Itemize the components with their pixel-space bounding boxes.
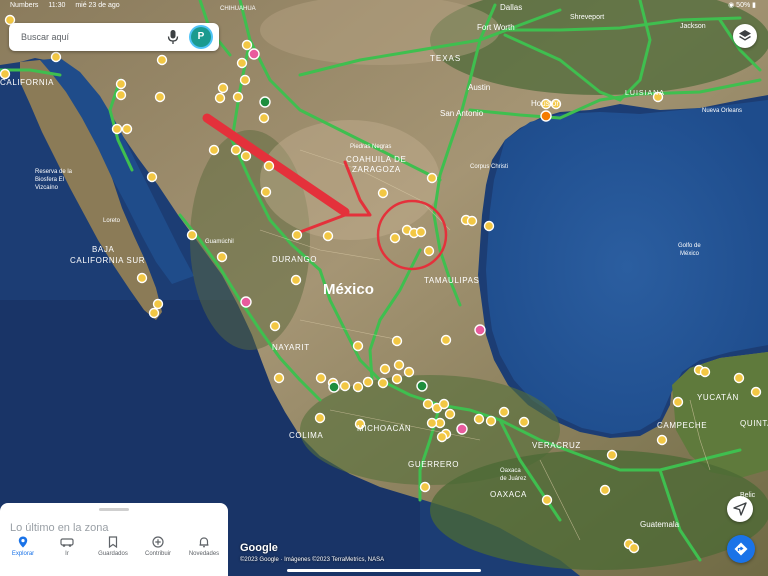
green-area (430, 450, 768, 570)
label-quintana: QUINTA (740, 419, 768, 428)
tab-updates[interactable]: Novedades (181, 536, 227, 557)
car-icon (60, 538, 74, 547)
label-coahuila: COAHUILA DE (346, 155, 406, 164)
search-bar[interactable]: Buscar aquí P (9, 23, 219, 51)
status-date: mié 23 de ago (75, 2, 120, 9)
avatar[interactable]: P (191, 27, 211, 47)
label-durango: DURANGO (272, 255, 317, 264)
tab-saved[interactable]: Guardados (90, 536, 136, 557)
bottom-sheet[interactable]: Lo último en la zona Explorar Ir Guardad… (0, 503, 228, 576)
label-golfo-2: México (680, 251, 700, 257)
label-loreto: Loreto (103, 218, 121, 224)
label-shreveport: Shreveport (570, 14, 604, 21)
label-veracruz: VERACRUZ (532, 441, 581, 450)
label-louisiana: LUISIANA (625, 90, 665, 97)
bookmark-icon (108, 536, 118, 548)
microphone-icon[interactable] (166, 29, 180, 45)
bottom-tabs: Explorar Ir Guardados Contribuir Novedad… (0, 536, 228, 564)
label-guamuchil: Guamúchil (205, 239, 234, 245)
navigation-arrow-icon (733, 502, 747, 516)
label-corpus-christi: Corpus Christi (470, 164, 508, 170)
label-baja-2: CALIFORNIA SUR (70, 256, 145, 265)
label-reserva-1: Reserva de la (35, 169, 73, 175)
label-colima: COLIMA (289, 431, 323, 440)
label-oaxaca: OAXACA (490, 490, 527, 499)
label-texas: TEXAS (430, 54, 461, 63)
map-attribution[interactable]: ©2023 Google · Imágenes ©2023 TerraMetri… (240, 557, 384, 563)
label-reserva-3: Vizcaíno (35, 185, 59, 191)
search-input[interactable]: Buscar aquí (21, 23, 69, 51)
label-tamaulipas: TAMAULIPAS (424, 276, 480, 285)
status-time: 11:30 (48, 2, 66, 9)
plus-circle-icon (152, 536, 164, 548)
label-campeche: CAMPECHE (657, 421, 707, 430)
tab-go[interactable]: Ir (44, 536, 90, 557)
label-mexico: México (323, 281, 374, 298)
tab-saved-label: Guardados (98, 551, 128, 557)
tab-contribute[interactable]: Contribuir (135, 536, 181, 557)
latest-in-area-title[interactable]: Lo último en la zona (10, 522, 108, 534)
satellite-map[interactable]: Dallas Fort Worth Shreveport Jackson TEX… (0, 0, 768, 576)
label-baja-1: BAJA (92, 245, 114, 254)
label-nayarit: NAYARIT (272, 343, 310, 352)
label-california: CALIFORNIA (0, 78, 54, 87)
tab-explore[interactable]: Explorar (0, 536, 46, 557)
directions-icon (734, 542, 748, 556)
desert-area (260, 120, 440, 240)
label-oaxaca-city-1: Oaxaca (500, 468, 521, 474)
bell-icon (199, 537, 209, 548)
layers-icon (739, 30, 751, 41)
label-guatemala: Guatemala (640, 520, 680, 529)
label-reserva-2: Biosfera El (35, 177, 64, 183)
layers-button[interactable] (733, 24, 757, 48)
label-austin: Austin (468, 83, 490, 92)
label-jackson: Jackson (680, 23, 706, 30)
status-bar: Numbers 11:30 mié 23 de ago ◉ 50% ▮ (0, 0, 768, 12)
label-golfo-1: Golfo de (678, 243, 701, 249)
directions-button[interactable] (727, 535, 755, 563)
label-fort-worth: Fort Worth (477, 23, 515, 32)
home-indicator[interactable] (287, 569, 481, 572)
label-houston: Houston (531, 99, 561, 108)
sheet-handle[interactable] (99, 508, 129, 511)
google-logo: Google (240, 542, 278, 554)
tab-updates-label: Novedades (188, 551, 220, 557)
my-location-button[interactable] (727, 496, 753, 522)
status-battery: 50% (736, 2, 751, 9)
pin-icon (18, 536, 28, 548)
wifi-icon: ◉ (728, 2, 735, 9)
battery-icon: ▮ (752, 2, 756, 9)
label-michoacan: MICHOACÁN (357, 424, 411, 433)
label-san-antonio: San Antonio (440, 109, 484, 118)
tab-explore-label: Explorar (11, 551, 35, 557)
label-guerrero: GUERRERO (408, 460, 459, 469)
label-zaragoza: ZARAGOZA (352, 165, 401, 174)
label-yucatan: YUCATÁN (697, 393, 739, 402)
label-oaxaca-city-2: de Juárez (500, 476, 526, 482)
label-piedras-negras: Piedras Negras (350, 144, 391, 150)
tab-go-label: Ir (65, 551, 69, 557)
status-carrier: Numbers (10, 2, 39, 9)
label-nuevo-orleans: Nueva Orleans (702, 108, 742, 114)
tab-contribute-label: Contribuir (144, 551, 171, 557)
